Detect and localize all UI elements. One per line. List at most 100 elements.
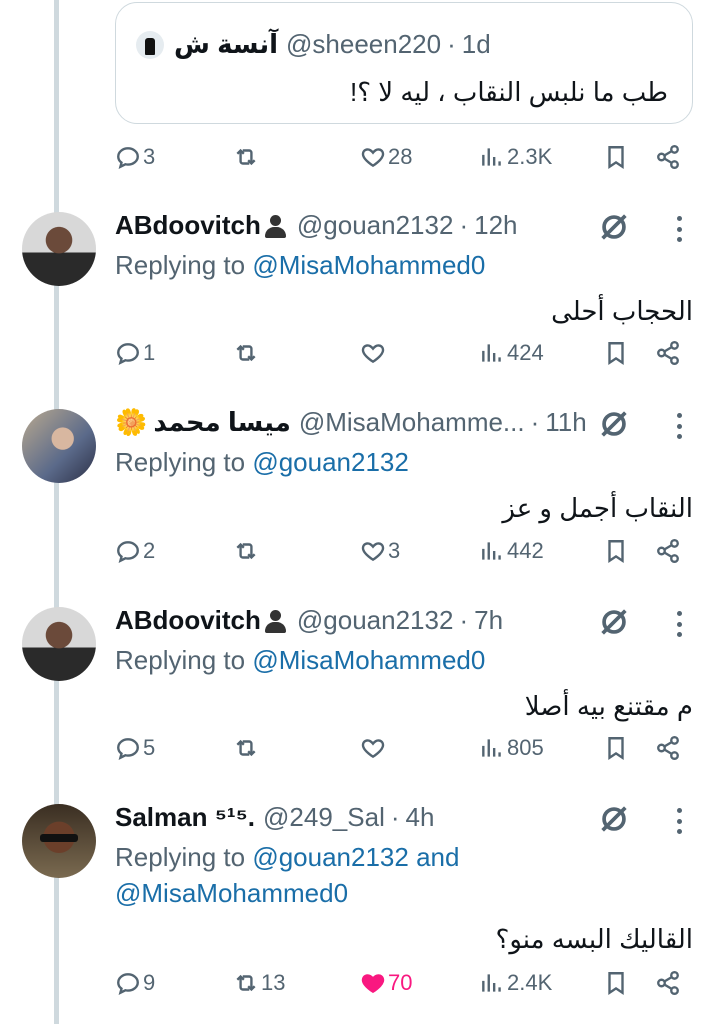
views-button[interactable]: 2.4K <box>479 970 552 996</box>
grok-icon <box>601 609 627 635</box>
share-button[interactable] <box>655 538 681 564</box>
replying-to: Replying to @gouan2132 and <box>115 842 460 872</box>
share-button[interactable] <box>655 144 681 170</box>
quoted-tweet[interactable]: آنسة ش @sheeen220 · 1d طب ما نلبس النقاب… <box>115 2 693 124</box>
like-button[interactable] <box>360 340 388 366</box>
author-name[interactable]: ABdoovitch <box>115 605 261 636</box>
avatar[interactable] <box>22 804 96 878</box>
retweet-button[interactable] <box>233 538 261 564</box>
views-icon <box>482 542 501 560</box>
avatar[interactable] <box>22 409 96 483</box>
reply-icon <box>117 738 139 760</box>
like-count: 28 <box>388 144 413 169</box>
retweet-button[interactable] <box>233 144 261 170</box>
retweet-count: 13 <box>261 970 286 995</box>
author-handle[interactable]: @gouan2132 <box>297 210 454 241</box>
retweet-button[interactable] <box>233 340 261 366</box>
author-name[interactable]: ABdoovitch <box>115 210 261 241</box>
heart-icon <box>361 148 385 168</box>
more-button[interactable] <box>677 216 683 242</box>
tweet-time[interactable]: 11h <box>545 407 586 438</box>
author-handle[interactable]: @249_Sal <box>263 802 385 833</box>
share-icon <box>657 970 679 996</box>
share-button[interactable] <box>655 735 681 761</box>
views-icon <box>482 344 501 362</box>
views-button[interactable]: 805 <box>479 735 544 761</box>
tweet-time[interactable]: 7h <box>474 605 503 636</box>
replying-to: Replying to @gouan2132 <box>115 447 409 477</box>
tweet-text: م مقتنع بيه أصلا <box>524 691 693 721</box>
mention-link[interactable]: @gouan2132 and <box>252 842 459 872</box>
reply-button[interactable]: 3 <box>115 144 155 170</box>
tweet-action-bar: 2 3 442 <box>115 538 695 570</box>
tweet-header: ABdoovitch @gouan2132 · 7h <box>115 605 503 636</box>
reply-button[interactable]: 2 <box>115 538 155 564</box>
reply-icon <box>117 973 139 995</box>
grok-button[interactable] <box>597 605 631 639</box>
share-button[interactable] <box>655 340 681 366</box>
views-button[interactable]: 424 <box>479 340 544 366</box>
like-button[interactable]: 3 <box>360 538 400 564</box>
more-button[interactable] <box>677 611 683 637</box>
tweet-text: القاليك البسه منو؟ <box>495 924 693 954</box>
tweet-time[interactable]: 4h <box>406 802 435 833</box>
reply-button[interactable]: 9 <box>115 970 155 996</box>
bookmark-button[interactable] <box>603 970 629 996</box>
reply-button[interactable]: 1 <box>115 340 155 366</box>
replying-to-line2: @MisaMohammed0 <box>115 878 348 909</box>
avatar[interactable] <box>22 607 96 681</box>
author-name[interactable]: Salman ⁵¹⁵. <box>115 802 255 833</box>
reply-button[interactable]: 5 <box>115 735 155 761</box>
separator-dot: · <box>447 29 456 59</box>
bookmark-button[interactable] <box>603 735 629 761</box>
more-button[interactable] <box>677 808 683 834</box>
person-silhouette-icon <box>263 609 287 633</box>
quoted-time[interactable]: 1d <box>462 29 491 60</box>
heart-icon <box>361 739 385 759</box>
quoted-author-handle[interactable]: @sheeen220 <box>286 29 441 60</box>
views-count: 805 <box>507 735 544 760</box>
retweet-button[interactable] <box>233 735 261 761</box>
views-icon <box>482 739 501 757</box>
grok-button[interactable] <box>597 802 631 836</box>
like-button[interactable]: 28 <box>360 144 412 170</box>
views-icon <box>482 974 501 992</box>
like-count: 70 <box>388 970 413 995</box>
reply-icon <box>117 147 139 169</box>
retweet-icon <box>236 542 256 560</box>
grok-button[interactable] <box>597 407 631 441</box>
reply-count: 3 <box>143 144 156 169</box>
mention-link[interactable]: @gouan2132 <box>252 447 409 477</box>
bookmark-icon <box>608 342 624 365</box>
retweet-icon <box>236 148 256 166</box>
more-icon <box>677 808 682 813</box>
mention-link[interactable]: @MisaMohammed0 <box>252 250 485 280</box>
like-button[interactable]: 70 <box>360 970 412 996</box>
more-icon <box>677 413 682 418</box>
share-button[interactable] <box>655 970 681 996</box>
retweet-button[interactable]: 13 <box>233 970 285 996</box>
author-handle[interactable]: @gouan2132 <box>297 605 454 636</box>
quoted-author-name[interactable]: آنسة ش <box>174 29 278 60</box>
views-count: 442 <box>507 538 544 563</box>
share-icon <box>657 538 679 564</box>
author-handle[interactable]: @MisaMohamme... <box>299 407 525 438</box>
author-name[interactable]: ميسا محمد <box>153 407 290 438</box>
grok-button[interactable] <box>597 210 631 244</box>
tweet-action-bar: 5 805 <box>115 735 695 767</box>
tweet-text: النقاب أجمل و عز <box>502 493 693 523</box>
bookmark-button[interactable] <box>603 144 629 170</box>
like-button[interactable] <box>360 735 388 761</box>
tweet-time[interactable]: 12h <box>474 210 517 241</box>
mention-link[interactable]: @MisaMohammed0 <box>115 878 348 908</box>
retweet-icon <box>236 974 256 992</box>
more-button[interactable] <box>677 413 683 439</box>
more-icon <box>677 611 682 616</box>
avatar[interactable] <box>22 212 96 286</box>
views-button[interactable]: 2.3K <box>479 144 552 170</box>
bookmark-button[interactable] <box>603 340 629 366</box>
mention-link[interactable]: @MisaMohammed0 <box>252 645 485 675</box>
bookmark-button[interactable] <box>603 538 629 564</box>
views-button[interactable]: 442 <box>479 538 544 564</box>
quoted-avatar[interactable] <box>136 30 164 59</box>
